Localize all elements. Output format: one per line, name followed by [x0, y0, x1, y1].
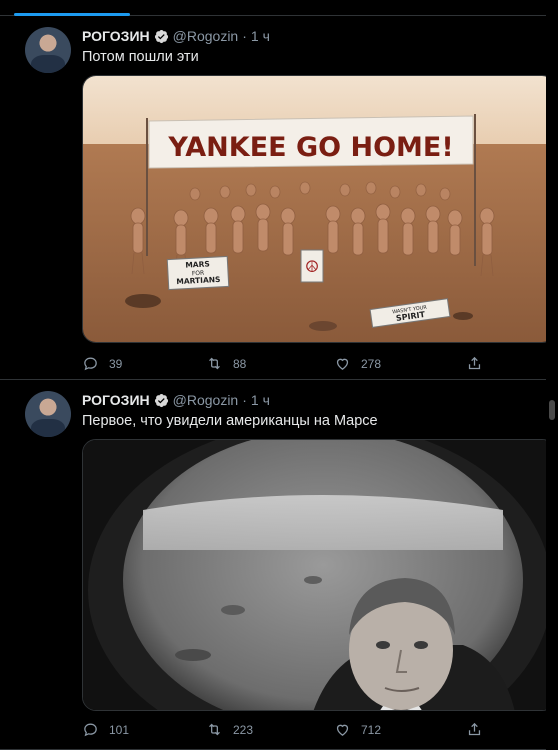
like-button[interactable]: 712: [334, 721, 466, 738]
reply-count: 101: [109, 722, 130, 737]
mars-for-martians-sign: MARS FOR MARTIANS: [166, 255, 230, 291]
verified-badge-icon: [154, 29, 169, 44]
separator: ·: [242, 28, 247, 44]
reply-icon: [84, 723, 97, 737]
tweet-text: Первое, что увидели американцы на Марсе: [82, 413, 378, 429]
tweet[interactable]: РОГОЗИН @Rogozin · 1 ч Первое, что увиде…: [0, 381, 556, 750]
tab-bar: [0, 0, 558, 16]
retweet-count: 223: [233, 722, 254, 737]
active-tab-indicator: [14, 13, 130, 16]
svg-text:MARS: MARS: [185, 259, 210, 269]
reply-button[interactable]: 39: [82, 355, 206, 372]
reply-count: 39: [109, 356, 123, 371]
like-button[interactable]: 278: [334, 355, 466, 372]
tweet[interactable]: РОГОЗИН @Rogozin · 1 ч Потом пошли эти Y…: [0, 17, 556, 380]
scrollbar-thumb[interactable]: [549, 400, 555, 420]
author-name[interactable]: РОГОЗИН: [82, 392, 150, 408]
retweet-icon: [209, 723, 220, 736]
share-icon: [468, 722, 481, 736]
tweet-header: РОГОЗИН @Rogozin · 1 ч: [82, 28, 270, 44]
tweet-actions: 101 223 712: [82, 721, 483, 738]
share-button[interactable]: [466, 355, 483, 372]
tweet-text: Потом пошли эти: [82, 49, 199, 65]
retweet-button[interactable]: 88: [206, 355, 334, 372]
timestamp[interactable]: 1 ч: [251, 28, 270, 44]
timestamp[interactable]: 1 ч: [251, 392, 270, 408]
tweet-actions: 39 88 278: [82, 355, 483, 372]
tweet-header: РОГОЗИН @Rogozin · 1 ч: [82, 392, 270, 408]
retweet-button[interactable]: 223: [206, 721, 334, 738]
aliens-protest-image: YANKEE GO HOME! MARS FOR MARTIANS ☮ WASN…: [83, 76, 555, 342]
svg-text:☮: ☮: [305, 257, 319, 276]
author-name[interactable]: РОГОЗИН: [82, 28, 150, 44]
share-button[interactable]: [466, 721, 483, 738]
tweet-image[interactable]: [82, 439, 556, 711]
retweet-count: 88: [233, 356, 247, 371]
reply-icon: [84, 357, 97, 371]
avatar[interactable]: [25, 27, 71, 73]
like-count: 278: [361, 356, 382, 371]
author-handle[interactable]: @Rogozin: [173, 28, 239, 44]
author-handle[interactable]: @Rogozin: [173, 392, 239, 408]
avatar[interactable]: [25, 391, 71, 437]
heart-icon: [336, 724, 349, 736]
banner-text: YANKEE GO HOME!: [167, 132, 453, 163]
share-icon: [468, 356, 481, 370]
verified-badge-icon: [154, 393, 169, 408]
timeline: РОГОЗИН @Rogozin · 1 ч Потом пошли эти Y…: [0, 0, 558, 750]
mars-porthole-image: [83, 440, 555, 710]
scrollbar[interactable]: [546, 0, 558, 750]
reply-button[interactable]: 101: [82, 721, 206, 738]
peace-sign: ☮: [300, 249, 324, 283]
tweet-image[interactable]: YANKEE GO HOME! MARS FOR MARTIANS ☮ WASN…: [82, 75, 556, 343]
like-count: 712: [361, 722, 382, 737]
separator: ·: [242, 392, 247, 408]
retweet-icon: [209, 357, 220, 370]
heart-icon: [336, 358, 349, 370]
